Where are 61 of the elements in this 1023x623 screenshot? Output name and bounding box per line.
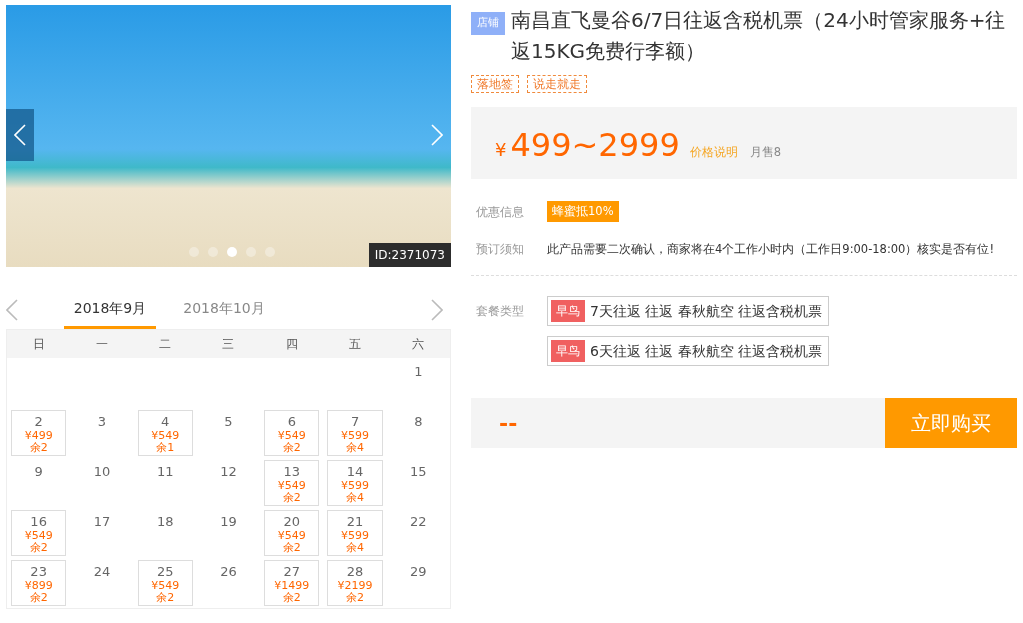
currency-symbol: ¥ xyxy=(495,138,507,162)
carousel-dot[interactable] xyxy=(227,247,237,257)
early-bird-tag: 早鸟 xyxy=(551,340,585,363)
date-cell[interactable]: 7 ¥599 余4 xyxy=(327,410,383,456)
booking-notice: 此产品需要二次确认，商家将在4个工作小时内（工作日9:00-18:00）核实是否有位! xyxy=(547,240,995,258)
date-cell[interactable]: 23 ¥899 余2 xyxy=(11,560,67,606)
package-option[interactable]: 早鸟 6天往返 往返 春秋航空 往返含税机票 xyxy=(547,336,830,367)
previous-arrow-button[interactable] xyxy=(6,109,34,161)
date-number[interactable]: 24 xyxy=(93,565,111,580)
feature-tag: 说走就走 xyxy=(527,75,587,93)
monthly-sales: 月售8 xyxy=(749,144,782,161)
product-title: 南昌直飞曼谷6/7日往返含税机票（24小时管家服务+往返15KG免费行李额） xyxy=(511,7,1007,65)
date-cell[interactable]: 20 ¥549 余2 xyxy=(264,510,320,556)
chevron-right-icon xyxy=(431,124,443,146)
date-number[interactable]: 18 xyxy=(156,515,174,530)
weekday-header: 五 xyxy=(323,330,387,358)
weekday-header: 六 xyxy=(386,330,450,358)
date-cell[interactable]: 25 ¥549 余2 xyxy=(137,560,193,606)
chevron-left-icon xyxy=(14,124,26,146)
date-number[interactable]: 29 xyxy=(410,565,427,580)
date-number[interactable]: 12 xyxy=(220,465,237,480)
total-price: -- xyxy=(498,409,518,438)
date-number[interactable]: 26 xyxy=(220,565,237,580)
store-badge: 店铺 xyxy=(471,12,505,35)
date-number[interactable]: 22 xyxy=(410,515,427,530)
weekday-header: 一 xyxy=(70,330,134,358)
date-cell[interactable]: 14 ¥599 余4 xyxy=(327,460,383,506)
date-number[interactable]: 15 xyxy=(410,465,427,480)
weekday-header: 三 xyxy=(196,330,261,358)
date-number[interactable]: 8 xyxy=(414,415,423,430)
price-range: 499~2999 xyxy=(510,129,680,161)
date-cell[interactable]: 27 ¥1499 余2 xyxy=(264,560,320,606)
weekday-header: 四 xyxy=(260,330,324,358)
next-month-icon[interactable] xyxy=(431,299,443,321)
weekday-header: 日 xyxy=(7,330,71,358)
detail-label: 预订须知 xyxy=(475,241,525,259)
date-cell[interactable]: 13 ¥549 余2 xyxy=(264,460,320,506)
package-option[interactable]: 早鸟 7天往返 往返 春秋航空 往返含税机票 xyxy=(547,296,830,327)
date-cell[interactable]: 4 ¥549 余1 xyxy=(137,410,193,456)
weekday-header: 二 xyxy=(133,330,197,358)
date-number[interactable]: 1 xyxy=(414,365,423,380)
detail-label: 优惠信息 xyxy=(475,203,525,221)
date-cell[interactable]: 16 ¥549 余2 xyxy=(11,510,67,556)
date-number[interactable]: 5 xyxy=(224,415,233,430)
date-cell[interactable]: 2 ¥499 余2 xyxy=(11,410,67,456)
month-tab[interactable]: 2018年10月 xyxy=(178,291,270,329)
date-cell[interactable]: 28 ¥2199 余2 xyxy=(327,560,383,606)
date-cell[interactable]: 6 ¥549 余2 xyxy=(264,410,320,456)
previous-month-icon[interactable] xyxy=(6,299,18,321)
early-bird-tag: 早鸟 xyxy=(551,300,585,323)
date-number[interactable]: 10 xyxy=(93,465,111,480)
date-number[interactable]: 11 xyxy=(156,465,174,480)
photo-id-label: ID:2371073 xyxy=(368,243,451,267)
feature-tag: 落地签 xyxy=(471,75,519,93)
date-number[interactable]: 19 xyxy=(220,515,237,530)
date-number[interactable]: 9 xyxy=(34,465,43,480)
date-number[interactable]: 17 xyxy=(93,515,111,530)
package-label: 套餐类型 xyxy=(475,303,525,321)
date-cell[interactable]: 21 ¥599 余4 xyxy=(327,510,383,556)
date-number[interactable]: 3 xyxy=(97,415,107,430)
discount-badge: 蜂蜜抵10% xyxy=(547,201,619,223)
